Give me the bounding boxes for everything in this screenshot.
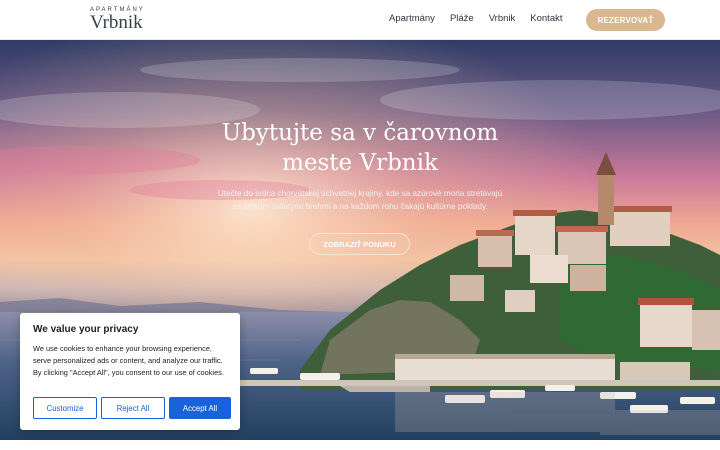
site-logo[interactable]: APARTMÁNY Vrbnik <box>90 6 145 33</box>
cookie-title: We value your privacy <box>33 324 139 335</box>
nav-item-plaze[interactable]: Pláže <box>450 13 474 24</box>
reserve-button[interactable]: REZERVOVAŤ <box>586 9 665 31</box>
nav-item-kontakt[interactable]: Kontakt <box>530 13 562 24</box>
reject-all-button[interactable]: Reject All <box>101 397 165 419</box>
logo-title: Vrbnik <box>90 12 143 33</box>
cookie-consent-banner: We value your privacy We use cookies to … <box>20 313 240 430</box>
site-header: APARTMÁNY Vrbnik Apartmány Pláže Vrbnik … <box>0 0 720 40</box>
cookie-text: We use cookies to enhance your browsing … <box>33 344 224 377</box>
customize-button[interactable]: Customize <box>33 397 97 419</box>
hero-title-line2: meste Vrbnik <box>282 150 438 176</box>
hero-subtitle-line2: so slnkom zaliatymi brehmi a na každom r… <box>232 202 488 211</box>
hero-subtitle-line1: Utečte do srdca chorvátskej úchvatnej kr… <box>217 189 503 198</box>
hero-title: Ubytujte sa v čarovnom meste Vrbnik <box>180 118 540 178</box>
hero-subtitle: Utečte do srdca chorvátskej úchvatnej kr… <box>195 187 525 213</box>
main-nav: Apartmány Pláže Vrbnik Kontakt <box>389 13 578 24</box>
cookie-buttons: Customize Reject All Accept All <box>33 397 231 419</box>
accept-all-button[interactable]: Accept All <box>169 397 231 419</box>
show-offer-button[interactable]: ZOBRAZIŤ PONUKU <box>309 233 410 255</box>
nav-item-apartmany[interactable]: Apartmány <box>389 13 435 24</box>
nav-item-vrbnik[interactable]: Vrbnik <box>489 13 516 24</box>
hero-title-line1: Ubytujte sa v čarovnom <box>221 120 499 146</box>
